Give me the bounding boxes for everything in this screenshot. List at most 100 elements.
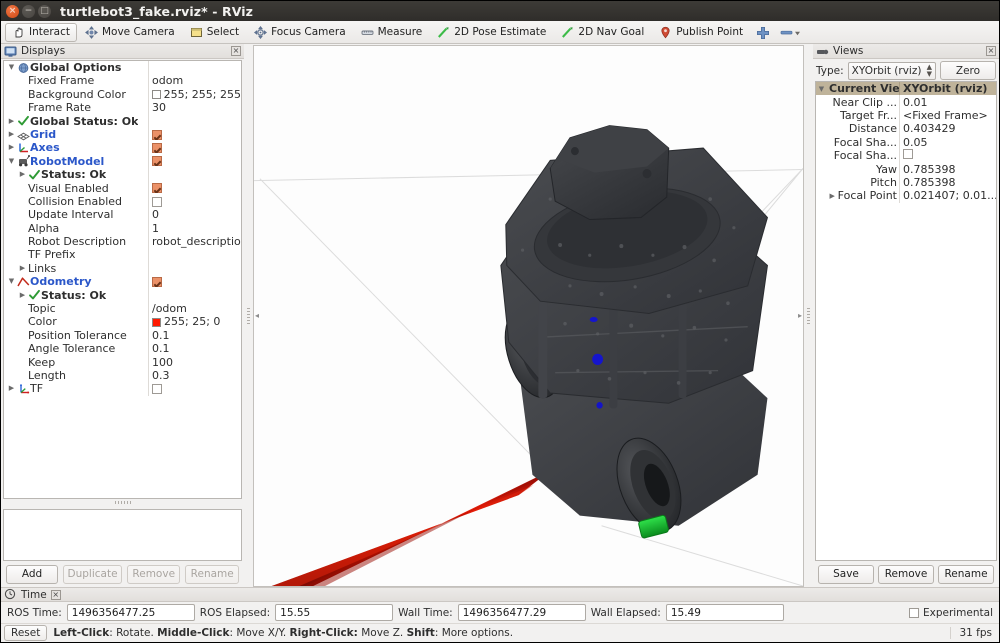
view-property-row[interactable]: Focal Sha... 0.05 (816, 135, 996, 149)
display-row-value: 0.1 (152, 342, 170, 356)
3d-viewport[interactable]: ◂ ▸ (253, 45, 804, 587)
display-row[interactable]: Axes (4, 141, 241, 155)
left-splitter[interactable] (244, 44, 253, 587)
tree-arrow-open[interactable] (816, 85, 827, 93)
tree-arrow-closed[interactable] (17, 168, 28, 181)
tree-arrow-open[interactable] (6, 155, 17, 168)
view-property-row[interactable]: Yaw 0.785398 (816, 162, 996, 176)
save-view-button[interactable]: Save (818, 564, 874, 584)
window-maximize-button[interactable]: □ (38, 4, 51, 18)
displays-close-icon[interactable]: × (231, 46, 241, 56)
time-field-input[interactable]: 15.49 (665, 604, 784, 621)
tree-arrow-closed[interactable] (17, 289, 28, 302)
display-row[interactable]: Grid (4, 127, 241, 142)
view-property-row[interactable]: Focal Point 0.021407; 0.01... (816, 189, 996, 203)
display-row[interactable]: Update Interval 0 (4, 208, 241, 222)
zero-button[interactable]: Zero (940, 61, 996, 80)
display-row[interactable]: Odometry (4, 275, 241, 289)
time-field-input[interactable]: 15.55 (275, 604, 394, 621)
robot-icon (17, 155, 30, 167)
view-property-row[interactable]: Target Fr... <Fixed Frame> (816, 108, 996, 123)
rename-view-button[interactable]: Rename (938, 564, 994, 584)
right-splitter[interactable] (804, 44, 813, 587)
display-row[interactable]: Color 255; 25; 0 (4, 315, 241, 329)
display-row[interactable]: Global Options (4, 61, 241, 75)
display-enable-checkbox[interactable] (152, 129, 162, 140)
color-swatch[interactable] (152, 89, 161, 99)
window-close-button[interactable]: × (6, 4, 19, 18)
display-row[interactable]: Background Color 255; 255; 255 (4, 87, 241, 102)
time-field-input[interactable]: 1496356477.25 (66, 604, 195, 621)
display-row[interactable]: Robot Description robot_description (4, 235, 241, 249)
display-row[interactable]: Length 0.3 (4, 368, 241, 383)
display-row[interactable]: Keep 100 (4, 355, 241, 369)
toolbar-measure-button[interactable]: Measure (354, 23, 430, 42)
display-row[interactable]: Status: Ok (4, 168, 241, 182)
display-enable-checkbox[interactable] (152, 143, 162, 154)
remove-tool-button[interactable] (775, 23, 807, 42)
hint-part: : More options. (434, 627, 514, 639)
toolbar-2d-pose-estimate-button[interactable]: 2D Pose Estimate (430, 23, 553, 42)
display-row[interactable]: Fixed Frame odom (4, 74, 241, 88)
display-row[interactable]: Status: Ok (4, 288, 241, 303)
display-row[interactable]: Alpha 1 (4, 221, 241, 236)
display-row[interactable]: TF (4, 382, 241, 396)
view-type-select[interactable]: XYOrbit (rviz) ▲ ▼ (847, 61, 936, 80)
tree-arrow-closed[interactable] (17, 262, 28, 275)
tree-arrow-open[interactable] (6, 61, 17, 74)
display-row[interactable]: Angle Tolerance 0.1 (4, 342, 241, 356)
time-field-input[interactable]: 1496356477.29 (457, 604, 586, 621)
display-row[interactable]: Collision Enabled (4, 194, 241, 209)
toolbar-2d-nav-goal-button[interactable]: 2D Nav Goal (554, 23, 651, 42)
display-row[interactable]: Global Status: Ok (4, 114, 241, 128)
reset-button[interactable]: Reset (4, 625, 48, 641)
display-row[interactable]: Frame Rate 30 (4, 101, 241, 115)
tree-arrow-closed[interactable] (6, 382, 17, 395)
display-row[interactable]: TF Prefix (4, 248, 241, 262)
display-enable-checkbox[interactable] (152, 384, 162, 395)
add-tool-button[interactable] (751, 23, 774, 42)
display-row[interactable]: Links (4, 261, 241, 276)
clock-icon (4, 588, 17, 601)
display-row[interactable]: Visual Enabled (4, 181, 241, 195)
hand-icon (12, 26, 25, 39)
display-row[interactable]: RobotModel (4, 154, 241, 169)
tree-arrow-closed[interactable] (827, 192, 838, 200)
display-enable-checkbox[interactable] (152, 196, 162, 207)
display-row[interactable]: Topic/odom (4, 302, 241, 316)
tree-arrow-closed[interactable] (6, 141, 17, 154)
time-close-icon[interactable]: × (50, 589, 61, 600)
view-property-row[interactable]: Current ViewXYOrbit (rviz) (816, 82, 996, 96)
displays-tree[interactable]: Global OptionsFixed FrameodomBackground … (3, 60, 242, 499)
display-enable-checkbox[interactable] (152, 156, 162, 167)
view-property-row[interactable]: Pitch 0.785398 (816, 175, 996, 190)
views-tree[interactable]: Current ViewXYOrbit (rviz)Near Clip ...0… (815, 81, 997, 561)
toolbar-focus-camera-button[interactable]: Focus Camera (247, 23, 353, 42)
views-close-icon[interactable]: × (986, 46, 996, 56)
remove-view-button[interactable]: Remove (878, 564, 934, 584)
display-row[interactable]: Position Tolerance 0.1 (4, 328, 241, 343)
experimental-checkbox[interactable] (908, 607, 919, 618)
view-property-row[interactable]: Focal Sha... (816, 148, 996, 163)
experimental-toggle[interactable]: Experimental (908, 607, 993, 619)
toolbar-interact-button[interactable]: Interact (5, 22, 77, 42)
tree-arrow-closed[interactable] (6, 115, 17, 128)
view-property-checkbox[interactable] (903, 149, 913, 160)
time-fields-row: ROS Time: 1496356477.25 ROS Elapsed: 15.55 W… (1, 602, 999, 623)
display-enable-checkbox[interactable] (152, 183, 162, 194)
display-enable-checkbox[interactable] (152, 276, 162, 287)
toolbar-publish-point-button[interactable]: Publish Point (652, 23, 750, 42)
tree-arrow-open[interactable] (6, 275, 17, 288)
window-minimize-button[interactable]: − (22, 4, 35, 18)
view-property-row[interactable]: Near Clip ... 0.01 (816, 95, 996, 109)
displays-splitter[interactable] (1, 499, 244, 505)
tree-arrow-closed[interactable] (6, 128, 17, 141)
color-swatch[interactable] (152, 317, 161, 327)
view-property-row[interactable]: Distance 0.403429 (816, 122, 996, 136)
add-display-button[interactable]: Add (6, 564, 58, 584)
toolbar-select-button[interactable]: Select (183, 23, 246, 42)
time-panel: Time × ROS Time: 1496356477.25 ROS Elapsed… (1, 587, 999, 623)
toolbar-move-camera-button[interactable]: Move Camera (78, 23, 182, 42)
view-property-name: Focal Point (837, 189, 897, 203)
view-property-value: 0.785398 (903, 162, 956, 176)
